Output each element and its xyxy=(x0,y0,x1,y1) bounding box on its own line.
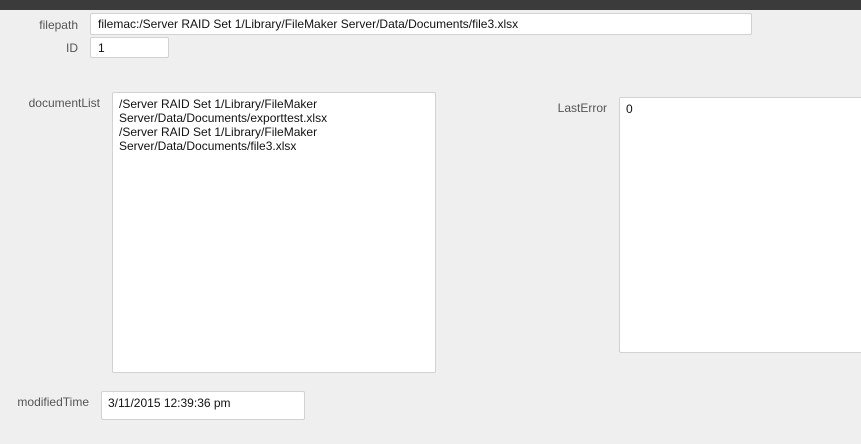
modified-time-field[interactable]: 3/11/2015 12:39:36 pm xyxy=(101,391,305,420)
window-top-bar xyxy=(0,0,861,10)
id-field[interactable]: 1 xyxy=(90,37,169,58)
modified-time-label: modifiedTime xyxy=(17,395,89,409)
document-list-field[interactable]: /Server RAID Set 1/Library/FileMaker Ser… xyxy=(112,92,436,373)
last-error-label: LastError xyxy=(557,101,607,115)
id-label: ID xyxy=(66,41,78,55)
filepath-field[interactable]: filemac:/Server RAID Set 1/Library/FileM… xyxy=(90,13,752,35)
document-list-label: documentList xyxy=(28,96,100,110)
last-error-field[interactable]: 0 xyxy=(619,97,861,353)
filepath-label: filepath xyxy=(39,18,78,32)
